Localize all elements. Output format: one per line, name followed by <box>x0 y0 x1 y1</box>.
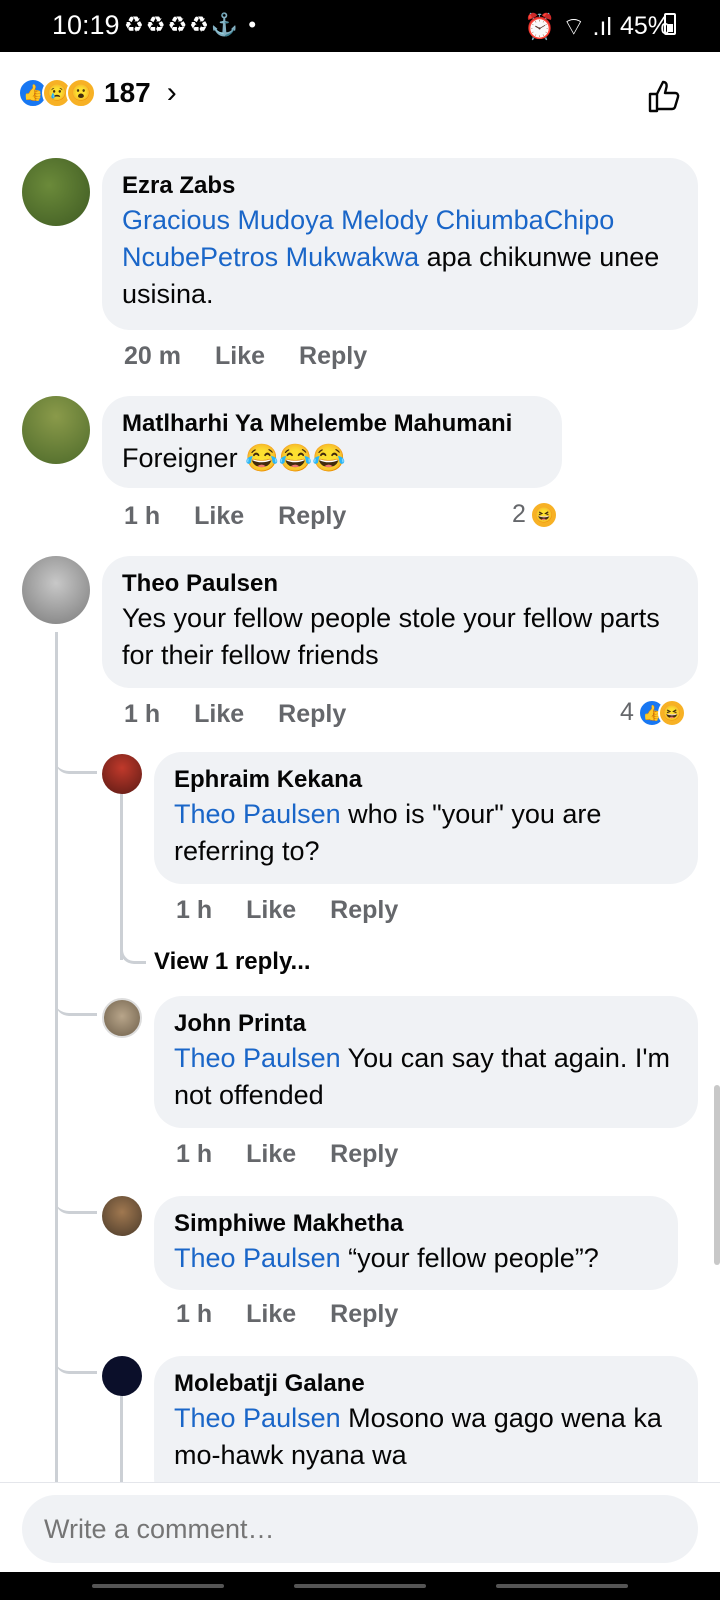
alarm-wifi-signal-icons: ⏰ ⌔ .ıl <box>523 13 612 41</box>
reply-button[interactable]: Reply <box>330 1300 398 1329</box>
thread-connector <box>55 1002 97 1016</box>
thread-line <box>120 790 123 960</box>
reply-bubble: Simphiwe Makhetha Theo Paulsen “your fel… <box>154 1196 678 1290</box>
reply-text: Theo Paulsen You can say that again. I'm… <box>174 1040 678 1114</box>
like-button[interactable]: Like <box>194 700 244 729</box>
avatar[interactable] <box>102 1196 142 1236</box>
reaction-count: 187 <box>104 77 151 108</box>
reactions-header: 👍 😢 😮 187 › <box>0 62 720 132</box>
thread-connector <box>55 760 97 774</box>
mention-link[interactable]: Theo Paulsen <box>174 1043 341 1073</box>
avatar[interactable] <box>102 998 142 1038</box>
comment-actions: 1 h Like Reply <box>124 502 380 531</box>
status-time: 10:19 <box>52 10 120 40</box>
comment-time[interactable]: 1 h <box>124 700 160 729</box>
reply-button[interactable]: Reply <box>278 502 346 531</box>
like-button[interactable]: Like <box>246 1140 296 1169</box>
thread-line <box>120 1390 123 1482</box>
like-button-icon[interactable] <box>644 76 684 116</box>
reply-actions: 1 h Like Reply <box>176 1300 432 1329</box>
comment-text: Gracious Mudoya Melody ChiumbaChipo Ncub… <box>122 202 678 313</box>
reply-bubble: John Printa Theo Paulsen You can say tha… <box>154 996 698 1128</box>
view-more-replies-link[interactable]: View 1 reply... <box>154 948 311 976</box>
status-bar: 10:19 ♻♻♻♻⚓ • ⏰ ⌔ .ıl 45% <box>0 0 720 52</box>
comment-author[interactable]: Theo Paulsen <box>122 568 678 600</box>
thread-connector <box>55 1200 97 1214</box>
reply-button[interactable]: Reply <box>278 700 346 729</box>
comment-reactions[interactable]: 2 😆 <box>512 500 558 529</box>
avatar[interactable] <box>102 1356 142 1396</box>
comment-author[interactable]: Ezra Zabs <box>122 170 678 202</box>
like-button[interactable]: Like <box>246 1300 296 1329</box>
reaction-count: 4 <box>620 698 634 726</box>
reply-time[interactable]: 1 h <box>176 896 212 925</box>
notification-icons: ♻♻♻♻⚓ • <box>124 12 259 37</box>
comment-time[interactable]: 20 m <box>124 342 181 371</box>
avatar[interactable] <box>102 754 142 794</box>
nav-recent-button[interactable] <box>92 1584 224 1588</box>
reply-author[interactable]: John Printa <box>174 1008 678 1040</box>
nav-home-button[interactable] <box>294 1584 426 1588</box>
avatar[interactable] <box>22 396 90 464</box>
comment-author[interactable]: Matlharhi Ya Mhelembe Mahumani <box>122 408 542 440</box>
reply-author[interactable]: Molebatji Galane <box>174 1368 678 1400</box>
haha-icon: 😆 <box>529 500 558 529</box>
comment-bubble: Ezra Zabs Gracious Mudoya Melody Chiumba… <box>102 158 698 330</box>
battery-level: 45% <box>619 12 670 40</box>
reply-text: Theo Paulsen who is "your" you are refer… <box>174 796 678 870</box>
reply-button[interactable]: Reply <box>330 1140 398 1169</box>
nav-back-button[interactable] <box>496 1584 628 1588</box>
reply-author[interactable]: Ephraim Kekana <box>174 764 678 796</box>
reply-bubble: Ephraim Kekana Theo Paulsen who is "your… <box>154 752 698 884</box>
comment-composer <box>0 1482 720 1563</box>
reply-button[interactable]: Reply <box>330 896 398 925</box>
mention-link[interactable]: Theo Paulsen <box>174 1403 341 1433</box>
comment-time[interactable]: 1 h <box>124 502 160 531</box>
reply-body: “your fellow people”? <box>340 1243 599 1273</box>
reply-text: Theo Paulsen Mosono wa gago wena ka mo-h… <box>174 1400 678 1474</box>
comment-reactions[interactable]: 4 👍 😆 <box>620 698 686 727</box>
reply-time[interactable]: 1 h <box>176 1300 212 1329</box>
wow-icon: 😮 <box>66 78 96 108</box>
reaction-count: 2 <box>512 500 526 528</box>
comment-actions: 20 m Like Reply <box>124 342 401 371</box>
comment-actions: 1 h Like Reply <box>124 700 380 729</box>
comment-text: Yes your fellow people stole your fellow… <box>122 603 660 670</box>
reply-actions: 1 h Like Reply <box>176 896 432 925</box>
battery-icon <box>664 13 676 35</box>
reply-actions: 1 h Like Reply <box>176 1140 432 1169</box>
reply-time[interactable]: 1 h <box>176 1140 212 1169</box>
avatar[interactable] <box>22 556 90 624</box>
system-nav-bar <box>0 1572 720 1600</box>
scrollbar[interactable] <box>714 1085 720 1265</box>
comment-text: Foreigner 😂😂😂 <box>122 443 346 473</box>
haha-icon: 😆 <box>657 698 686 727</box>
like-button[interactable]: Like <box>246 896 296 925</box>
reactions-summary-button[interactable]: 👍 😢 😮 187 › <box>18 76 177 110</box>
system-icons: ⏰ ⌔ .ıl 45% <box>524 11 670 42</box>
reply-button[interactable]: Reply <box>299 342 367 371</box>
comment-input[interactable] <box>22 1495 698 1563</box>
mention-link[interactable]: Theo Paulsen <box>174 1243 341 1273</box>
like-button[interactable]: Like <box>194 502 244 531</box>
chevron-right-icon: › <box>166 76 177 109</box>
thread-connector <box>55 1360 97 1374</box>
comment-bubble: Theo Paulsen Yes your fellow people stol… <box>102 556 698 688</box>
comment-bubble: Matlharhi Ya Mhelembe Mahumani Foreigner… <box>102 396 562 488</box>
thread-connector <box>120 940 146 964</box>
like-button[interactable]: Like <box>215 342 265 371</box>
avatar[interactable] <box>22 158 90 226</box>
reply-author[interactable]: Simphiwe Makhetha <box>174 1208 658 1240</box>
mention-link[interactable]: Theo Paulsen <box>174 799 341 829</box>
reply-text: Theo Paulsen “your fellow people”? <box>174 1240 658 1277</box>
